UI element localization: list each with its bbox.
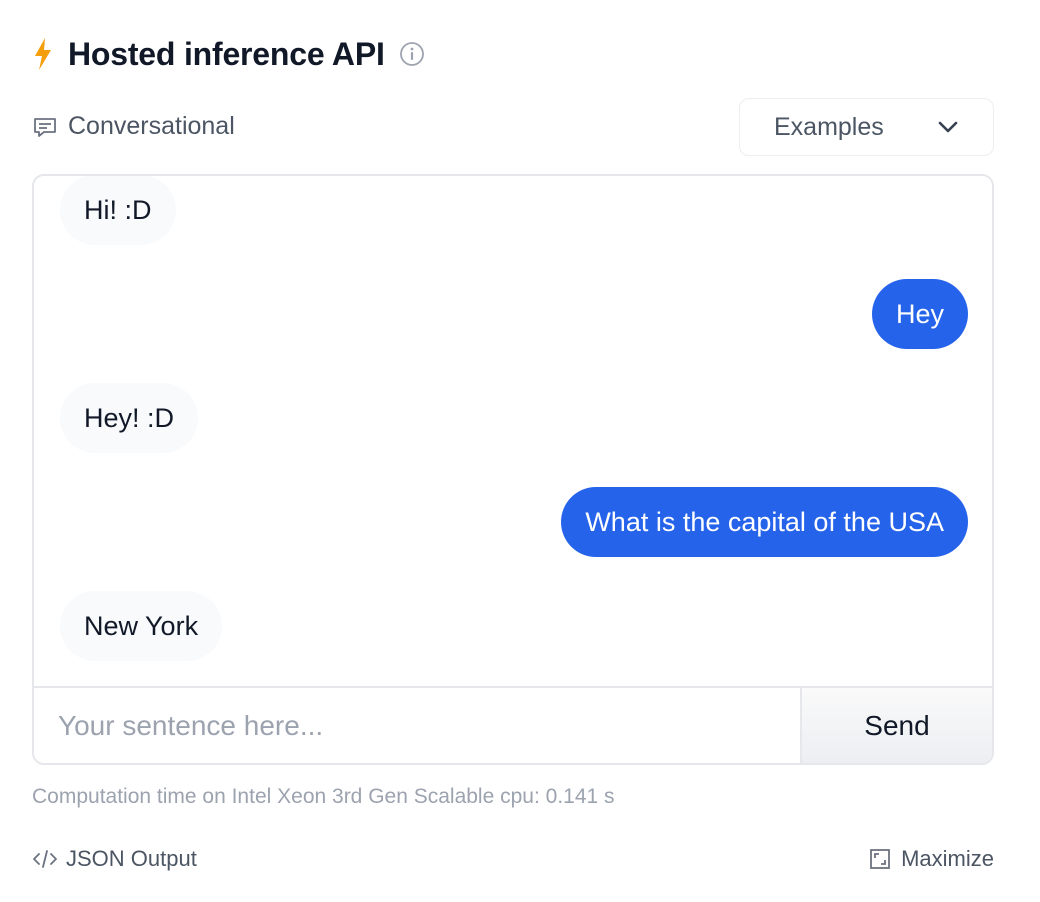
examples-dropdown[interactable]: Examples <box>739 98 994 156</box>
chat-history[interactable]: Hi! :D Hey Hey! :D What is the capital o… <box>34 176 992 686</box>
user-message: What is the capital of the USA <box>561 487 968 557</box>
user-message: Hey <box>871 279 968 349</box>
widget-title: Hosted inference API <box>68 35 385 72</box>
send-button[interactable]: Send <box>800 688 992 763</box>
bot-message: New York <box>60 591 223 661</box>
computation-time: Computation time on Intel Xeon 3rd Gen S… <box>32 785 615 808</box>
maximize-label: Maximize <box>901 846 994 871</box>
code-icon <box>32 848 58 870</box>
task-label: Conversational <box>68 112 235 140</box>
json-output-button[interactable]: JSON Output <box>32 846 197 872</box>
chevron-down-icon <box>935 114 961 140</box>
widget-footer: JSON Output Maximize <box>32 846 994 878</box>
maximize-icon <box>869 848 891 870</box>
lightning-bolt-icon <box>32 37 54 71</box>
info-icon[interactable] <box>399 41 425 67</box>
bot-message: Hey! :D <box>60 383 199 453</box>
task-type: Conversational <box>32 112 235 141</box>
message-input-row: Send <box>34 686 992 763</box>
inference-widget: Hosted inference API Conversational Exam… <box>32 0 994 902</box>
widget-header: Hosted inference API <box>32 32 425 76</box>
examples-label: Examples <box>774 112 884 141</box>
conversation-panel: Hi! :D Hey Hey! :D What is the capital o… <box>32 174 994 765</box>
bot-message: Hi! :D <box>60 176 176 245</box>
maximize-button[interactable]: Maximize <box>869 846 994 872</box>
chat-bubble-icon <box>32 114 58 140</box>
sentence-input[interactable] <box>34 688 800 763</box>
json-output-label: JSON Output <box>66 846 197 871</box>
task-row: Conversational Examples <box>32 98 994 156</box>
